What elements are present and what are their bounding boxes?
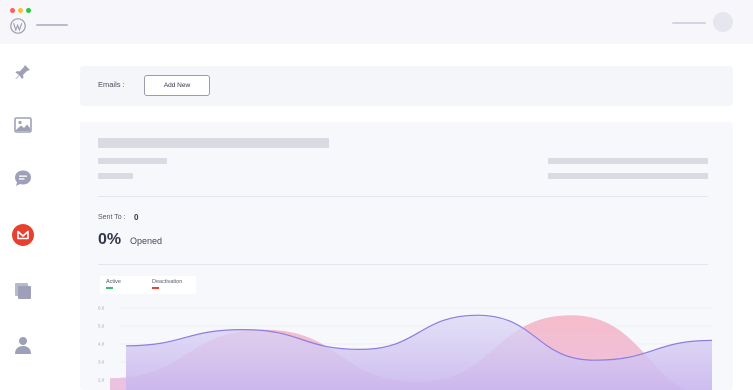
sidebar <box>0 44 55 390</box>
add-new-button[interactable]: Add New <box>144 75 210 96</box>
text-placeholder <box>98 158 167 164</box>
email-stats-card: Sent To : 0 0% Opened Active Deactivatio… <box>80 122 733 390</box>
chat-icon[interactable] <box>13 168 33 188</box>
user-icon[interactable] <box>13 335 33 355</box>
text-placeholder <box>548 158 708 164</box>
y-tick-label: 5.0 <box>98 324 105 329</box>
legend-active[interactable]: Active <box>106 279 121 285</box>
emails-toolbar: Emails : Add New <box>80 66 733 106</box>
divider <box>98 264 708 265</box>
legend-deactivation[interactable]: Deactivation <box>152 279 182 285</box>
image-icon[interactable] <box>13 115 33 135</box>
legend-active-swatch <box>106 287 113 289</box>
opened-label: Opened <box>130 236 163 246</box>
avatar[interactable] <box>713 12 733 32</box>
menu-icon[interactable] <box>36 24 68 29</box>
chart-legend: Active Deactivation <box>100 276 196 294</box>
divider <box>98 196 708 197</box>
emails-area-chart: 6.0 5.0 4.0 3.0 2.0 <box>98 306 725 390</box>
wordpress-logo-icon[interactable] <box>10 18 26 34</box>
main-content: Emails : Add New Sent To : 0 0% Opened A… <box>54 44 753 390</box>
user-name-placeholder <box>672 22 706 24</box>
mail-plugin-icon[interactable] <box>11 223 35 247</box>
y-tick-label: 4.0 <box>98 342 105 347</box>
y-tick-label: 3.0 <box>98 360 105 365</box>
opened-percent: 0% <box>98 231 122 248</box>
legend-deactivation-swatch <box>152 287 159 289</box>
y-tick-label: 6.0 <box>98 306 105 311</box>
maximize-window-button[interactable] <box>26 8 31 13</box>
sent-to-label: Sent To : <box>98 214 126 221</box>
close-window-button[interactable] <box>10 8 15 13</box>
pin-icon[interactable] <box>13 62 33 82</box>
text-placeholder <box>98 173 133 179</box>
pages-icon[interactable] <box>13 281 33 301</box>
top-bar <box>0 0 753 44</box>
emails-label: Emails : <box>98 80 125 89</box>
text-placeholder <box>548 173 708 179</box>
minimize-window-button[interactable] <box>18 8 23 13</box>
sent-to-value: 0 <box>134 213 139 222</box>
title-placeholder <box>98 138 329 148</box>
y-tick-label: 2.0 <box>98 378 105 383</box>
